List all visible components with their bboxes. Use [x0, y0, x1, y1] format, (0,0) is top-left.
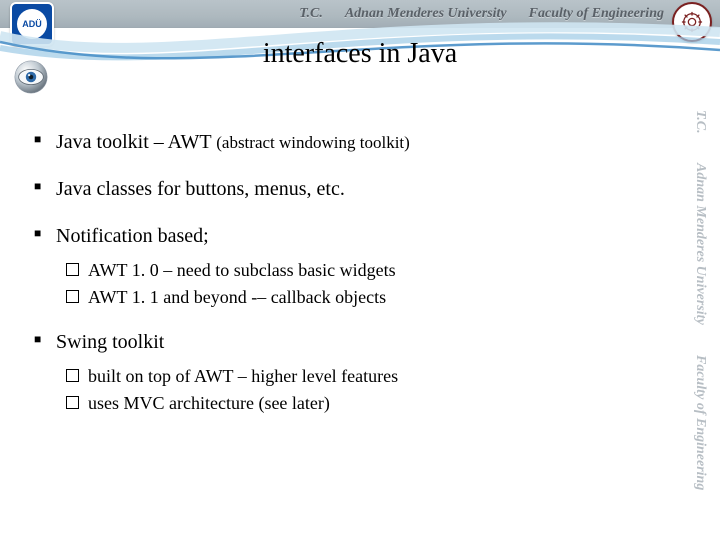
bullet-awt-paren: (abstract windowing toolkit) — [216, 133, 410, 152]
slide-body: Java toolkit – AWT (abstract windowing t… — [30, 130, 660, 436]
watermark-faculty: Faculty of Engineering — [692, 355, 708, 490]
watermark-tc: T.C. — [692, 110, 708, 134]
header-university: Adnan Menderes University — [345, 6, 507, 22]
bullet-awt: Java toolkit – AWT (abstract windowing t… — [30, 130, 660, 155]
header-tc: T.C. — [299, 6, 323, 22]
bullet-awt-text: Java toolkit – AWT — [56, 131, 216, 153]
sub-awt11: AWT 1. 1 and beyond -– callback objects — [66, 286, 660, 309]
bullet-notification-text: Notification based; — [56, 225, 209, 247]
university-logo-text: ADÜ — [17, 9, 47, 39]
watermark-university: Adnan Menderes University — [692, 163, 708, 325]
sub-awt10: AWT 1. 0 – need to subclass basic widget… — [66, 259, 660, 282]
side-watermark: T.C. Adnan Menderes University Faculty o… — [680, 60, 720, 540]
bullet-notification: Notification based; AWT 1. 0 – need to s… — [30, 224, 660, 308]
sub-swing-built: built on top of AWT – higher level featu… — [66, 365, 660, 388]
sub-swing-mvc: uses MVC architecture (see later) — [66, 392, 660, 415]
header-faculty: Faculty of Engineering — [529, 6, 664, 22]
slide-title: interfaces in Java — [0, 38, 720, 70]
bullet-swing-text: Swing toolkit — [56, 331, 164, 353]
gear-icon — [681, 11, 703, 33]
faculty-seal — [672, 2, 712, 42]
bullet-classes: Java classes for buttons, menus, etc. — [30, 177, 660, 202]
header-bar: T.C. Adnan Menderes University Faculty o… — [0, 0, 720, 28]
bullet-swing: Swing toolkit built on top of AWT – high… — [30, 330, 660, 414]
